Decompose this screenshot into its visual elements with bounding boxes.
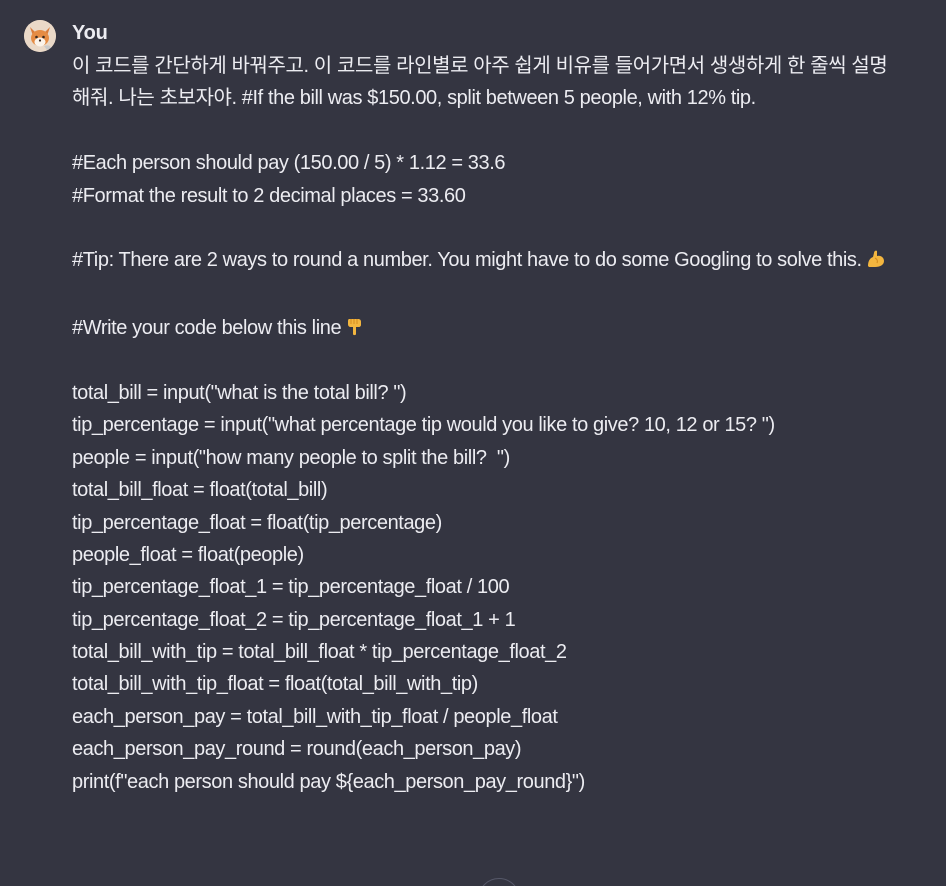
code-line: each_person_pay = total_bill_with_tip_fl… xyxy=(72,705,558,728)
code-line: total_bill_with_tip = total_bill_float *… xyxy=(72,641,567,664)
code-line: people = input("how many people to split… xyxy=(72,446,510,469)
write-prompt-line: #Write your code below this line xyxy=(72,312,902,344)
tip-line: #Tip: There are 2 ways to round a number… xyxy=(72,244,902,279)
fox-avatar-icon xyxy=(24,20,56,52)
scroll-down-button[interactable] xyxy=(478,878,520,886)
tip-text: #Tip: There are 2 ways to round a number… xyxy=(72,249,862,272)
code-line: each_person_pay_round = round(each_perso… xyxy=(72,738,522,761)
code-line: tip_percentage_float_1 = tip_percentage_… xyxy=(72,576,510,599)
code-line: people_float = float(people) xyxy=(72,543,304,566)
code-line: total_bill_float = float(total_bill) xyxy=(72,479,328,502)
user-avatar[interactable] xyxy=(24,20,56,52)
message-body: 이 코드를 간단하게 바꿔주고. 이 코드를 라인별로 아주 쉽게 비유를 들어… xyxy=(72,50,902,798)
code-line: total_bill = input("what is the total bi… xyxy=(72,381,407,404)
code-line: tip_percentage_float = float(tip_percent… xyxy=(72,511,442,534)
code-line: print(f"each person should pay ${each_pe… xyxy=(72,770,585,793)
write-prompt-text: #Write your code below this line xyxy=(72,317,342,340)
comment-line: #Format the result to 2 decimal places =… xyxy=(72,184,466,207)
message-intro: 이 코드를 간단하게 바꿔주고. 이 코드를 라인별로 아주 쉽게 비유를 들어… xyxy=(72,55,888,110)
chat-message: You 이 코드를 간단하게 바꿔주고. 이 코드를 라인별로 아주 쉽게 비유… xyxy=(0,0,946,886)
pointing-down-icon xyxy=(344,315,366,347)
code-line: tip_percentage = input("what percentage … xyxy=(72,414,775,437)
code-line: total_bill_with_tip_float = float(total_… xyxy=(72,673,478,696)
comment-line: #Each person should pay (150.00 / 5) * 1… xyxy=(72,152,506,175)
code-line: tip_percentage_float_2 = tip_percentage_… xyxy=(72,608,516,631)
flexed-biceps-icon xyxy=(865,247,887,279)
message-author: You xyxy=(72,22,108,44)
